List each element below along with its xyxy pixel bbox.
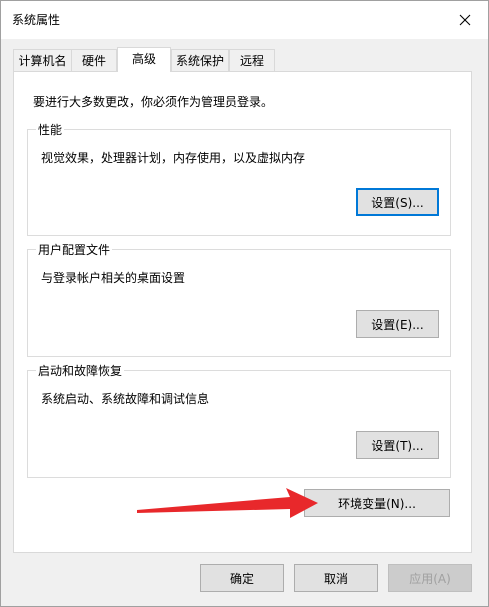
window-title: 系统属性 (12, 13, 61, 27)
cancel-button[interactable]: 取消 (294, 564, 378, 592)
apply-button[interactable]: 应用(A) (388, 564, 472, 592)
system-properties-window: 系统属性 计算机名 硬件 高级 系统保护 远程 要进行大多数更改，你必须作为管理… (0, 0, 489, 607)
user-profiles-settings-button[interactable]: 设置(E)... (356, 310, 439, 338)
tab-remote[interactable]: 远程 (229, 49, 275, 71)
performance-description: 视觉效果，处理器计划，内存使用，以及虚拟内存 (41, 151, 306, 165)
advanced-tab-panel: 要进行大多数更改，你必须作为管理员登录。 性能 视觉效果，处理器计划，内存使用，… (13, 71, 472, 553)
admin-notice: 要进行大多数更改，你必须作为管理员登录。 (33, 95, 274, 109)
close-button[interactable] (450, 7, 480, 33)
user-profiles-group-title: 用户配置文件 (36, 241, 113, 258)
performance-settings-button[interactable]: 设置(S)... (356, 188, 439, 216)
performance-group-title: 性能 (36, 121, 65, 138)
tab-system-protection[interactable]: 系统保护 (171, 49, 229, 71)
tab-computer-name[interactable]: 计算机名 (13, 49, 72, 71)
tab-advanced[interactable]: 高级 (117, 47, 171, 72)
startup-recovery-group: 启动和故障恢复 系统启动、系统故障和调试信息 设置(T)... (27, 362, 451, 478)
environment-variables-button[interactable]: 环境变量(N)... (304, 489, 450, 517)
user-profiles-group: 用户配置文件 与登录帐户相关的桌面设置 设置(E)... (27, 241, 451, 357)
startup-recovery-description: 系统启动、系统故障和调试信息 (41, 392, 210, 406)
tab-hardware[interactable]: 硬件 (71, 49, 117, 71)
performance-group: 性能 视觉效果，处理器计划，内存使用，以及虚拟内存 设置(S)... (27, 121, 451, 236)
user-profiles-description: 与登录帐户相关的桌面设置 (41, 271, 186, 285)
ok-button[interactable]: 确定 (200, 564, 284, 592)
startup-recovery-settings-button[interactable]: 设置(T)... (356, 431, 439, 459)
title-bar: 系统属性 (1, 1, 488, 39)
close-icon (459, 14, 471, 26)
startup-recovery-group-title: 启动和故障恢复 (36, 362, 125, 379)
